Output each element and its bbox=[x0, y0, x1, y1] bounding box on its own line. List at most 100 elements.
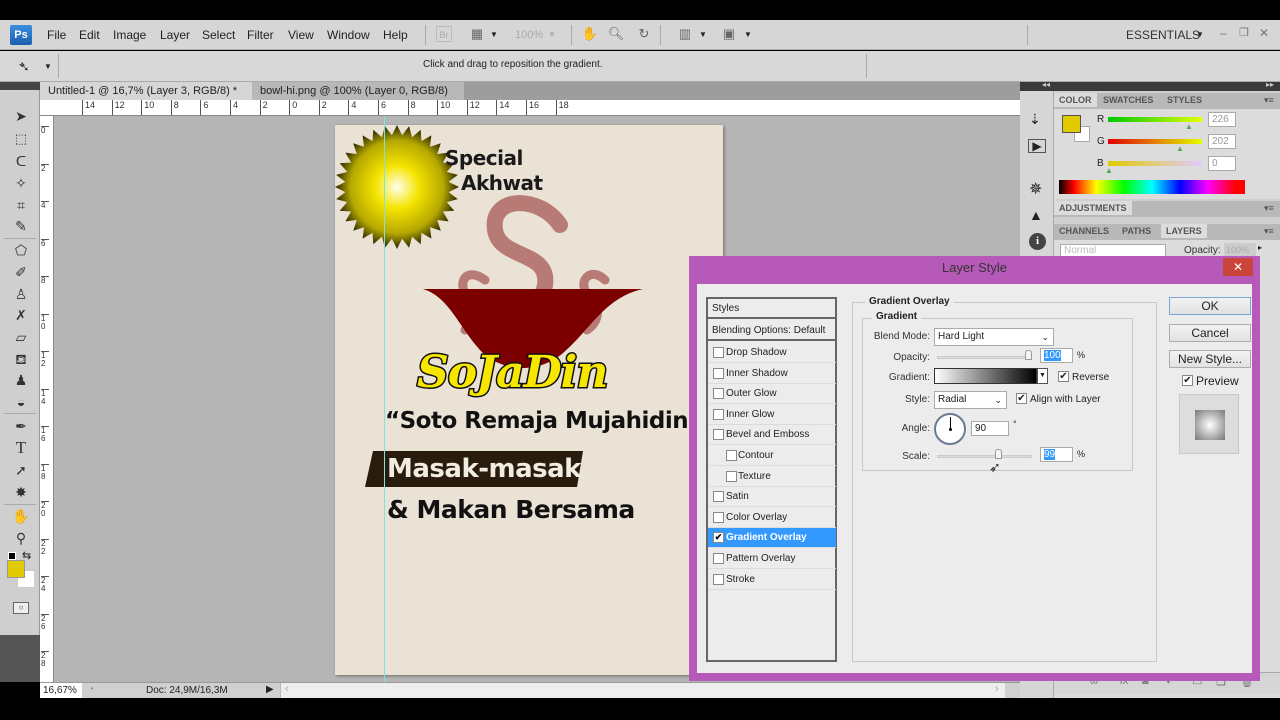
navigator-icon[interactable]: ✵ bbox=[1029, 179, 1042, 199]
view-extras-icon[interactable]: ▦ bbox=[468, 26, 486, 42]
cancel-button[interactable]: Cancel bbox=[1169, 324, 1251, 342]
chevron-down-icon[interactable]: ▼ bbox=[744, 30, 752, 39]
history-icon[interactable]: ⇣ bbox=[1029, 111, 1041, 128]
gradient-picker-dropdown[interactable]: ▼ bbox=[1037, 368, 1048, 384]
r-slider-thumb[interactable]: ▲ bbox=[1185, 122, 1193, 131]
collapse-icon[interactable]: ◂◂ bbox=[1042, 80, 1050, 89]
menu-select[interactable]: Select bbox=[202, 28, 235, 42]
ok-button[interactable]: OK bbox=[1169, 297, 1251, 315]
effect-checkbox[interactable] bbox=[713, 511, 724, 523]
move-tool-icon[interactable]: ➤ bbox=[11, 106, 31, 126]
crop-tool-icon[interactable]: ⌗ bbox=[11, 195, 31, 215]
vertical-guide[interactable] bbox=[384, 116, 385, 682]
menu-file[interactable]: File bbox=[47, 28, 66, 42]
effect-item-contour[interactable]: Contour bbox=[708, 446, 836, 466]
b-slider-thumb[interactable]: ▲ bbox=[1105, 166, 1113, 175]
tab-channels[interactable]: CHANNELS bbox=[1054, 224, 1114, 238]
gradient-swatch[interactable] bbox=[934, 368, 1037, 384]
chevron-down-icon[interactable]: ▼ bbox=[490, 30, 498, 39]
effect-checkbox[interactable] bbox=[726, 470, 737, 482]
foreground-color-swatch[interactable] bbox=[7, 560, 25, 578]
b-value[interactable]: 0 bbox=[1208, 156, 1236, 171]
effect-item-stroke[interactable]: Stroke bbox=[708, 570, 836, 590]
effect-item-inner-glow[interactable]: Inner Glow bbox=[708, 405, 836, 425]
history-brush-tool-icon[interactable]: ✗ bbox=[11, 305, 31, 325]
screen-mode-icon[interactable]: ▣ bbox=[720, 26, 738, 42]
align-with-layer-checkbox[interactable]: ✔ bbox=[1016, 393, 1027, 404]
menu-view[interactable]: View bbox=[288, 28, 314, 42]
expand-icon[interactable]: ▸▸ bbox=[1266, 80, 1274, 89]
blend-mode-select[interactable]: Hard Light ⌄ bbox=[934, 328, 1054, 346]
paint-bucket-tool-icon[interactable]: ⛾ bbox=[11, 349, 31, 369]
menu-filter[interactable]: Filter bbox=[247, 28, 274, 42]
dialog-close-button[interactable]: ✕ bbox=[1223, 258, 1253, 276]
chevron-down-icon[interactable]: ▼ bbox=[1196, 30, 1204, 39]
opacity-slider-thumb[interactable] bbox=[1025, 350, 1032, 360]
brush-tool-icon[interactable]: ✐ bbox=[11, 262, 31, 282]
chevron-down-icon[interactable]: ▼ bbox=[699, 30, 707, 39]
lasso-tool-icon[interactable]: ᑕ bbox=[11, 151, 31, 171]
menu-image[interactable]: Image bbox=[113, 28, 146, 42]
opacity-input[interactable]: 100 bbox=[1040, 348, 1073, 363]
effect-item-inner-shadow[interactable]: Inner Shadow bbox=[708, 364, 836, 384]
tab-styles[interactable]: STYLES bbox=[1162, 93, 1207, 107]
effect-checkbox[interactable] bbox=[713, 347, 724, 358]
vertical-ruler[interactable]: 0 2 4 6 8 10 12 14 16 18 20 22 24 26 28 bbox=[40, 116, 54, 682]
close-icon[interactable]: ✕ bbox=[1259, 26, 1269, 40]
scale-input[interactable]: 99 bbox=[1040, 447, 1073, 462]
opacity-slider[interactable] bbox=[937, 356, 1032, 359]
marquee-tool-icon[interactable]: ⬚ bbox=[11, 129, 31, 149]
eraser-tool-icon[interactable]: ▱ bbox=[11, 327, 31, 347]
new-style-button[interactable]: New Style... bbox=[1169, 350, 1251, 368]
status-info-icon[interactable]: ◔ bbox=[88, 684, 94, 695]
default-colors-icon[interactable] bbox=[8, 552, 16, 560]
b-slider[interactable] bbox=[1108, 161, 1202, 166]
effect-item-pattern-overlay[interactable]: Pattern Overlay bbox=[708, 549, 836, 569]
effect-item-outer-glow[interactable]: Outer Glow bbox=[708, 384, 836, 405]
scroll-left-icon[interactable]: ‹ bbox=[285, 683, 289, 695]
arrange-documents-icon[interactable]: ▥ bbox=[676, 26, 694, 42]
zoom-field[interactable]: 16,67% bbox=[40, 683, 82, 698]
opacity-arrow[interactable]: ▸ bbox=[1258, 243, 1262, 252]
style-select[interactable]: Radial ⌄ bbox=[934, 391, 1007, 409]
healing-brush-tool-icon[interactable]: ⬠ bbox=[11, 240, 31, 260]
rotate-view-icon[interactable]: ↻ bbox=[635, 26, 653, 42]
effect-item-drop-shadow[interactable]: Drop Shadow bbox=[708, 343, 836, 363]
doc-tab-untitled-1[interactable]: Untitled-1 @ 16,7% (Layer 3, RGB/8) * ✕ bbox=[40, 82, 252, 115]
effect-item-gradient-overlay[interactable]: ✔ Gradient Overlay bbox=[708, 528, 836, 549]
eyedropper-tool-icon[interactable]: ✎ bbox=[11, 216, 31, 236]
toolbox-header[interactable] bbox=[0, 82, 40, 90]
layer-opacity-field[interactable]: 100% bbox=[1224, 243, 1256, 257]
color-spectrum-bar[interactable] bbox=[1059, 180, 1245, 194]
minimize-icon[interactable]: – bbox=[1220, 26, 1227, 40]
preview-checkbox[interactable]: ✔ bbox=[1182, 375, 1193, 386]
effect-checkbox[interactable] bbox=[713, 408, 724, 420]
effect-checkbox[interactable] bbox=[713, 388, 724, 400]
g-slider-thumb[interactable]: ▲ bbox=[1176, 144, 1184, 153]
effect-item-satin[interactable]: Satin bbox=[708, 487, 836, 508]
scale-slider-thumb[interactable] bbox=[995, 449, 1003, 459]
actions-icon[interactable]: ▶ bbox=[1028, 139, 1046, 153]
custom-shape-tool-icon[interactable]: ✸ bbox=[11, 482, 31, 502]
effect-checkbox[interactable] bbox=[713, 573, 724, 585]
panel-menu-icon[interactable]: ▾≡ bbox=[1264, 226, 1274, 237]
horizontal-scrollbar[interactable]: ‹ › bbox=[280, 683, 1005, 698]
reverse-checkbox[interactable]: ✔ bbox=[1058, 371, 1069, 382]
workspace-switcher[interactable]: ESSENTIALS bbox=[1126, 28, 1200, 42]
effect-checkbox[interactable] bbox=[713, 429, 724, 441]
effect-checkbox[interactable] bbox=[713, 491, 724, 503]
magic-wand-tool-icon[interactable]: ✧ bbox=[11, 173, 31, 193]
menu-help[interactable]: Help bbox=[383, 28, 408, 42]
scale-slider[interactable] bbox=[937, 455, 1032, 458]
bridge-icon[interactable]: Br bbox=[436, 26, 452, 42]
effect-item-texture[interactable]: Texture bbox=[708, 467, 836, 487]
quick-mask-icon[interactable]: ○ bbox=[13, 602, 29, 614]
panel-menu-icon[interactable]: ▾≡ bbox=[1264, 203, 1274, 214]
menu-edit[interactable]: Edit bbox=[79, 28, 100, 42]
hand-icon[interactable]: ✋ bbox=[581, 26, 599, 42]
effect-checkbox[interactable] bbox=[713, 553, 724, 564]
dodge-tool-icon[interactable]: ♟ bbox=[11, 370, 31, 390]
blending-options-item[interactable]: Blending Options: Default bbox=[708, 321, 836, 341]
chevron-down-icon[interactable]: ▼ bbox=[548, 30, 556, 39]
effect-item-color-overlay[interactable]: Color Overlay bbox=[708, 508, 836, 528]
